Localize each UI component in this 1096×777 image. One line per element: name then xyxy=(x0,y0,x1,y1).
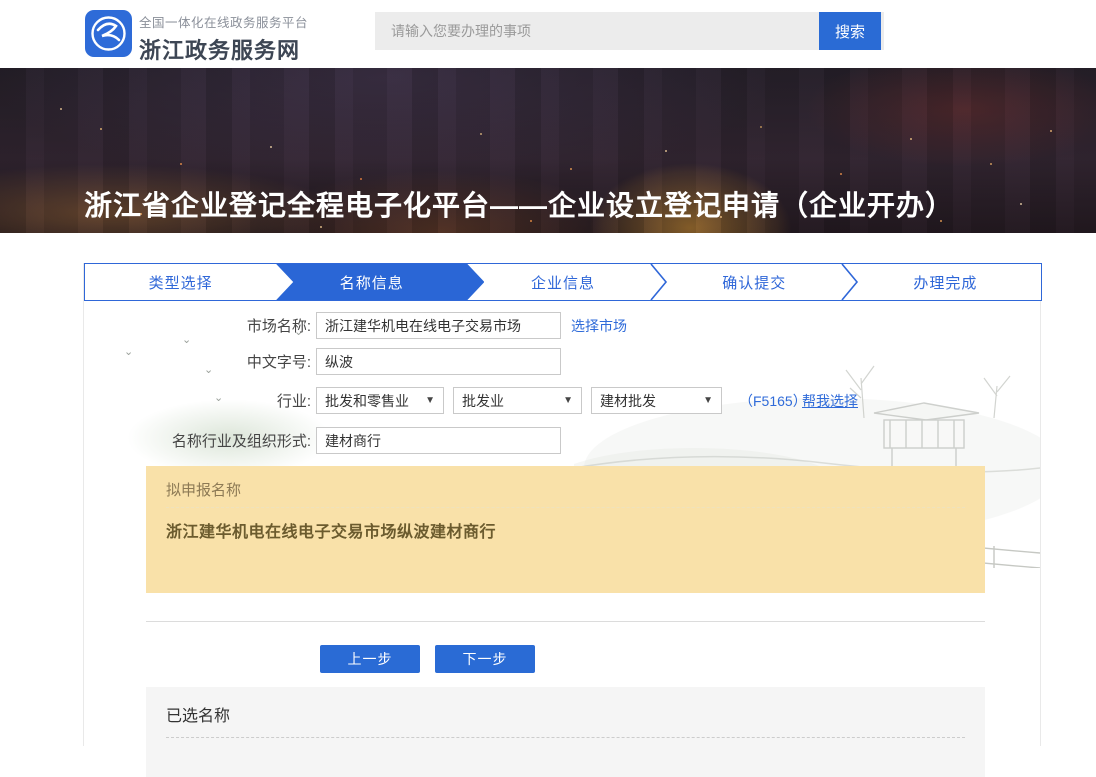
selected-names-panel: 已选名称 xyxy=(146,687,985,777)
market-name-label: 市场名称: xyxy=(61,315,311,336)
industry-code: （F5165） xyxy=(739,391,807,411)
proposed-name-value: 浙江建华机电在线电子交易市场纵波建材商行 xyxy=(166,518,496,542)
hero-banner: 浙江省企业登记全程电子化平台——企业设立登记申请（企业开办） 智能导服，为您提供… xyxy=(0,68,1096,233)
search-input[interactable] xyxy=(375,12,815,50)
step-wizard: 类型选择 名称信息 企业信息 确认提交 办理完成 xyxy=(84,263,1042,301)
platform-tagline: 全国一体化在线政务服务平台 xyxy=(139,12,308,31)
step-type-select[interactable]: 类型选择 xyxy=(85,264,276,300)
site-logo-icon xyxy=(85,10,132,57)
chevron-separator-icon xyxy=(841,264,859,300)
proposed-name-title: 拟申报名称 xyxy=(166,479,241,500)
search-bar: 搜索 xyxy=(375,12,884,50)
step-name-info[interactable]: 名称信息 xyxy=(276,264,467,300)
chevron-separator-icon xyxy=(650,264,668,300)
selected-names-title: 已选名称 xyxy=(166,702,230,726)
chinese-name-label: 中文字号: xyxy=(61,351,311,372)
site-name: 浙江政务服务网 xyxy=(139,33,308,65)
step-complete[interactable]: 办理完成 xyxy=(850,264,1041,300)
page-title: 浙江省企业登记全程电子化平台——企业设立登记申请（企业开办） xyxy=(84,184,954,224)
step-company-info[interactable]: 企业信息 xyxy=(467,264,658,300)
market-name-input[interactable] xyxy=(316,312,561,339)
chevron-down-icon: ▼ xyxy=(415,395,435,406)
section-divider xyxy=(146,621,985,622)
chevron-down-icon: ▼ xyxy=(693,395,713,406)
proposed-name-panel: 拟申报名称 浙江建华机电在线电子交易市场纵波建材商行 xyxy=(146,466,985,593)
chinese-name-input[interactable] xyxy=(316,348,561,375)
main-card: ⌄ ⌄ ⌄ ⌄ ⌄ 类型选择 名称信息 企业信息 确认提交 办理完成 xyxy=(83,263,1041,746)
help-me-choose-link[interactable]: 帮我选择 xyxy=(802,391,858,411)
industry-select-level2[interactable]: 批发业 ▼ xyxy=(453,387,582,414)
choose-market-link[interactable]: 选择市场 xyxy=(571,316,627,336)
city-lights-decoration xyxy=(60,108,62,110)
search-button[interactable]: 搜索 xyxy=(819,12,881,50)
industry-select-level3[interactable]: 建材批发 ▼ xyxy=(591,387,722,414)
dashed-divider xyxy=(166,737,965,738)
next-step-button[interactable]: 下一步 xyxy=(435,645,535,673)
prev-step-button[interactable]: 上一步 xyxy=(320,645,420,673)
page-subtitle: 智能导服，为您提供准确办事引导 xyxy=(85,230,340,233)
industry-select-level1[interactable]: 批发和零售业 ▼ xyxy=(316,387,444,414)
industry-label: 行业: xyxy=(61,390,311,411)
org-form-input[interactable] xyxy=(316,427,561,454)
chevron-down-icon: ▼ xyxy=(553,395,573,406)
top-header: 全国一体化在线政务服务平台 浙江政务服务网 搜索 xyxy=(0,0,1096,68)
step-confirm-submit[interactable]: 确认提交 xyxy=(659,264,850,300)
org-form-label: 名称行业及组织形式: xyxy=(61,430,311,451)
dashed-divider xyxy=(166,507,965,508)
